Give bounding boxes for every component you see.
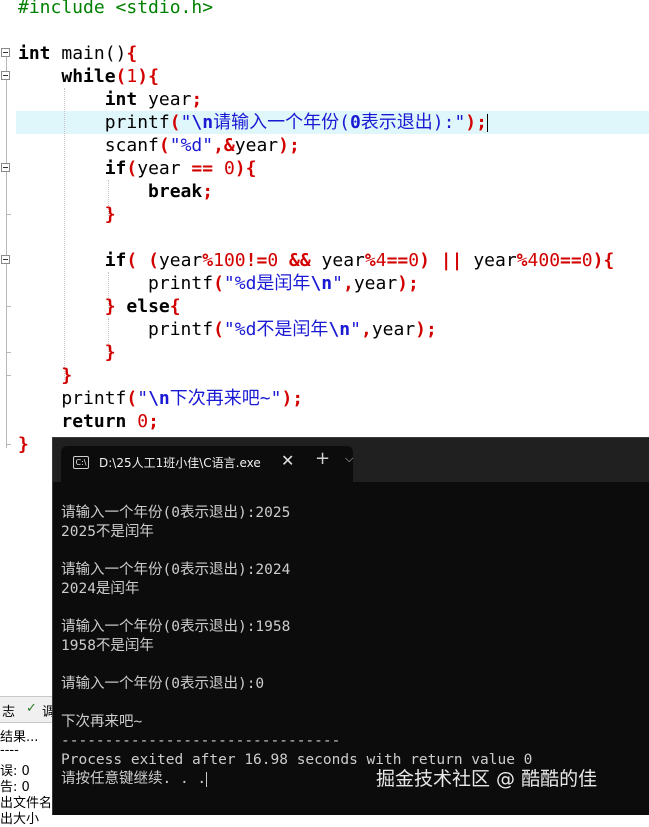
compile-log-panel: 志 ✓ 调 结果... ---- 误: 0 告: 0 出文件名 出大小 [0,696,60,827]
fold-toggle-main[interactable] [1,48,10,57]
console-line: 下次再来吧~ [61,714,143,730]
check-icon: ✓ [26,701,37,716]
code-line-scanf: scanf("%d",&year); [18,135,300,156]
console-tab[interactable]: C:\ D:\25人工1班小佳\C语言.exe ✕ [61,446,353,482]
code-line-break: break; [148,181,214,202]
new-tab-button[interactable]: + [315,448,330,469]
fold-end-tick [6,444,11,445]
console-line: 请输入一个年份(0表示退出):0 [61,676,265,692]
terminal-icon: C:\ [73,456,89,469]
console-line: 1958不是闰年 [61,638,154,654]
fold-toggle-while[interactable] [1,71,10,80]
chevron-down-icon[interactable]: ⌵ [345,452,353,466]
fold-end-tick [6,306,11,307]
console-separator: -------------------------------- [61,733,341,749]
log-line: 出大小 [0,812,40,827]
console-titlebar[interactable]: C:\ D:\25人工1班小佳\C语言.exe ✕ + ⌵ [53,438,649,482]
fold-toggle-if-break[interactable] [1,163,10,172]
code-line-if-leap: if( (year%100!=0 && year%4==0) || year%4… [104,250,615,271]
fold-end-tick [6,352,11,353]
console-line: 请输入一个年份(0表示退出):1958 [61,619,291,635]
console-line: 请输入一个年份(0表示退出):2024 [61,562,291,578]
watermark: 掘金技术社区 @ 酷酷的佳 [376,768,598,790]
console-line: 请按任意键继续. . . [61,771,207,787]
code-line-else: } else{ [104,296,181,317]
log-tab-strip: 志 ✓ 调 [0,696,60,723]
fold-toggle-if-leap[interactable] [1,255,10,264]
code-line-printf-not-leap: printf("%d不是闰年\n",year); [18,319,437,340]
code-line-printf-prompt: printf("\n请输入一个年份(0表示退出):"); [18,112,488,133]
console-cursor [206,771,208,787]
fold-end-tick [6,214,11,215]
console-output[interactable]: 请输入一个年份(0表示退出):2025 2025不是闰年 请输入一个年份(0表示… [61,504,641,789]
code-line-if-zero: if(year == 0){ [104,158,257,179]
code-line-include: #include <stdio.h> [18,0,213,19]
fold-gutter-line [6,54,7,448]
code-line-printf-leap: printf("%d是闰年\n",year); [18,273,419,294]
code-line-return: return 0; [61,411,159,432]
code-text: #include <stdio.h> [18,0,214,18]
fold-end-tick [6,375,11,376]
code-line-close-else: } [104,342,116,363]
console-line: 请输入一个年份(0表示退出):2025 [61,505,291,521]
console-line: 2024是闰年 [61,581,140,597]
text-caret [486,114,488,132]
code-line-close-while: } [61,365,73,386]
console-line: 2025不是闰年 [61,524,154,540]
code-line-printf-bye: printf("\n下次再来吧~"); [18,388,304,409]
code-line-close-if: } [104,204,116,225]
tab-log[interactable]: 志 [2,701,15,720]
close-tab-icon[interactable]: ✕ [281,451,294,470]
log-line: ---- [0,743,19,758]
code-line-main: int main(){ [18,43,138,64]
code-line-decl: int year; [104,89,203,110]
console-tab-title: D:\25人工1班小佳\C语言.exe [99,456,261,470]
console-window[interactable]: C:\ D:\25人工1班小佳\C语言.exe ✕ + ⌵ 请输入一个年份(0表… [52,437,649,815]
code-line-close-main: } [18,434,29,455]
code-line-while: while(1){ [61,66,159,87]
